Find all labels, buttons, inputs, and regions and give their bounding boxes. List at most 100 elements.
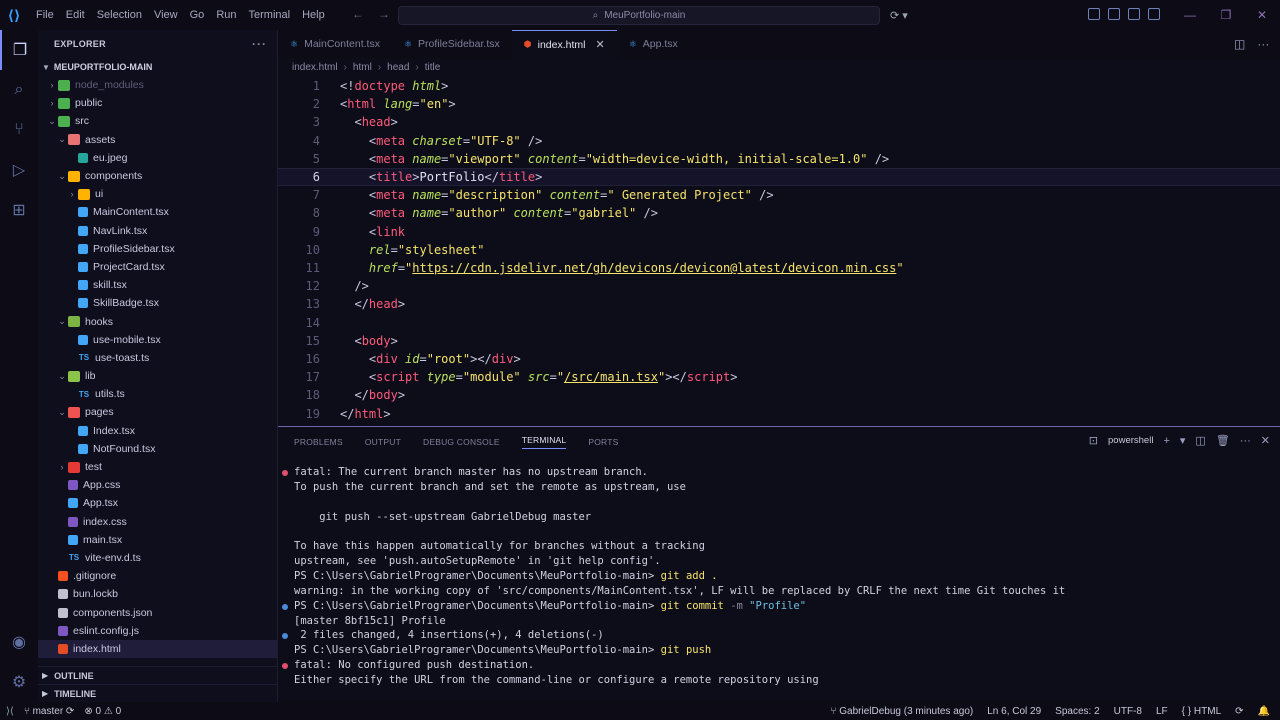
settings-gear-icon[interactable]: ⚙ bbox=[0, 662, 38, 702]
menu-item-go[interactable]: Go bbox=[184, 0, 211, 30]
editor-tab[interactable]: ⬢ index.html ✕ bbox=[511, 30, 617, 58]
menu-item-help[interactable]: Help bbox=[296, 0, 331, 30]
menu-item-file[interactable]: File bbox=[30, 0, 60, 30]
close-panel-icon[interactable]: ✕ bbox=[1261, 434, 1270, 447]
git-blame[interactable]: ⑂ GabrielDebug (3 minutes ago) bbox=[830, 706, 973, 717]
folder-item[interactable]: ⌄ assets bbox=[38, 131, 277, 149]
file-item[interactable]: ProjectCard.tsx bbox=[38, 258, 277, 276]
split-editor-icon[interactable]: ◫ bbox=[1234, 37, 1245, 51]
window-controls: — ❐ ✕ bbox=[1172, 0, 1280, 30]
folder-item[interactable]: ⌄ components bbox=[38, 167, 277, 185]
panel-tab-output[interactable]: OUTPUT bbox=[365, 437, 401, 447]
problems-indicator[interactable]: ⊗ 0 ⚠ 0 bbox=[84, 706, 121, 717]
branch-indicator[interactable]: ⑂ master ⟳ bbox=[24, 706, 75, 717]
file-item[interactable]: NotFound.tsx bbox=[38, 440, 277, 458]
file-item[interactable]: TS vite-env.d.ts bbox=[38, 549, 277, 567]
forward-arrow-icon[interactable]: → bbox=[378, 7, 390, 21]
line-ending[interactable]: LF bbox=[1156, 706, 1168, 717]
extensions-icon[interactable]: ⊞ bbox=[0, 190, 38, 230]
file-item[interactable]: ProfileSidebar.tsx bbox=[38, 240, 277, 258]
folder-item[interactable]: ⌄ pages bbox=[38, 403, 277, 421]
file-item[interactable]: TS utils.ts bbox=[38, 385, 277, 403]
file-item[interactable]: skill.tsx bbox=[38, 276, 277, 294]
toggle-sidebar-icon[interactable] bbox=[1108, 8, 1120, 20]
search-view-icon[interactable]: ⌕ bbox=[0, 70, 38, 110]
file-item[interactable]: components.json bbox=[38, 603, 277, 621]
command-center-search[interactable]: ⌕ MeuPortfolio-main bbox=[398, 6, 880, 25]
account-icon[interactable]: ◉ bbox=[0, 622, 38, 662]
editor-tab[interactable]: ⚛ App.tsx bbox=[617, 30, 690, 58]
minimize-icon[interactable]: — bbox=[1172, 0, 1208, 30]
maximize-icon[interactable]: ❐ bbox=[1208, 0, 1244, 30]
folder-item[interactable]: ⌄ src bbox=[38, 112, 277, 130]
editor-tab[interactable]: ⚛ ProfileSidebar.tsx bbox=[392, 30, 512, 58]
customize-layout-icon[interactable] bbox=[1088, 8, 1100, 20]
menu-item-selection[interactable]: Selection bbox=[91, 0, 148, 30]
file-item[interactable]: App.css bbox=[38, 476, 277, 494]
breadcrumb-item[interactable]: head bbox=[387, 62, 409, 73]
panel-tab-terminal[interactable]: TERMINAL bbox=[521, 435, 567, 449]
copilot-status-icon[interactable]: ⟳ bbox=[1235, 706, 1243, 717]
more-actions-icon[interactable]: ··· bbox=[1257, 37, 1269, 51]
folder-item[interactable]: ⌄ lib bbox=[38, 367, 277, 385]
indentation[interactable]: Spaces: 2 bbox=[1055, 706, 1099, 717]
shell-name[interactable]: powershell bbox=[1108, 435, 1153, 446]
new-terminal-icon[interactable]: + bbox=[1163, 435, 1169, 447]
menu-item-view[interactable]: View bbox=[148, 0, 184, 30]
project-root[interactable]: ▼ MEUPORTFOLIO-MAIN bbox=[38, 58, 277, 76]
file-item[interactable]: main.tsx bbox=[38, 531, 277, 549]
close-window-icon[interactable]: ✕ bbox=[1244, 0, 1280, 30]
more-actions-icon[interactable]: ··· bbox=[1240, 435, 1251, 447]
breadcrumb-item[interactable]: html bbox=[353, 62, 372, 73]
breadcrumb-item[interactable]: index.html bbox=[292, 62, 338, 73]
file-item[interactable]: App.tsx bbox=[38, 494, 277, 512]
file-item[interactable]: .gitignore bbox=[38, 567, 277, 585]
source-control-icon[interactable]: ⑂ bbox=[0, 110, 38, 150]
explorer-icon[interactable]: ❐ bbox=[0, 30, 38, 70]
file-item[interactable]: index.css bbox=[38, 513, 277, 531]
notifications-icon[interactable]: 🔔 bbox=[1258, 706, 1270, 717]
menu-item-edit[interactable]: Edit bbox=[60, 0, 91, 30]
file-item[interactable]: MainContent.tsx bbox=[38, 203, 277, 221]
editor-tab[interactable]: ⚛ MainContent.tsx bbox=[278, 30, 392, 58]
breadcrumb-item[interactable]: title bbox=[425, 62, 441, 73]
code-token: > bbox=[730, 370, 738, 385]
panel-tab-problems[interactable]: PROBLEMS bbox=[294, 437, 343, 447]
toggle-secondary-sidebar-icon[interactable] bbox=[1148, 8, 1160, 20]
remote-icon[interactable]: ⟩⟨ bbox=[6, 706, 14, 717]
folder-item[interactable]: › ui bbox=[38, 185, 277, 203]
menu-item-terminal[interactable]: Terminal bbox=[243, 0, 297, 30]
trash-icon[interactable]: 🗑 bbox=[1216, 434, 1230, 447]
folder-item[interactable]: › test bbox=[38, 458, 277, 476]
file-item[interactable]: eslint.config.js bbox=[38, 622, 277, 640]
copilot-icon[interactable]: ⟳ ▾ bbox=[890, 6, 928, 24]
menu-item-run[interactable]: Run bbox=[210, 0, 242, 30]
timeline-section[interactable]: ▶ TIMELINE bbox=[38, 684, 277, 702]
language-mode[interactable]: { } HTML bbox=[1182, 706, 1221, 717]
outline-section[interactable]: ▶ OUTLINE bbox=[38, 666, 277, 684]
file-item[interactable]: use-mobile.tsx bbox=[38, 331, 277, 349]
code-editor[interactable]: 1 <!doctype html> 2 <html lang="en"> 3 <head… bbox=[278, 76, 1280, 426]
encoding[interactable]: UTF-8 bbox=[1114, 706, 1142, 717]
panel-tab-ports[interactable]: PORTS bbox=[588, 437, 618, 447]
file-item[interactable]: SkillBadge.tsx bbox=[38, 294, 277, 312]
panel-tab-debug-console[interactable]: DEBUG CONSOLE bbox=[423, 437, 500, 447]
run-debug-icon[interactable]: ▷ bbox=[0, 150, 38, 190]
file-item[interactable]: NavLink.tsx bbox=[38, 222, 277, 240]
file-item[interactable]: index.html bbox=[38, 639, 277, 658]
back-arrow-icon[interactable]: ← bbox=[352, 7, 364, 21]
folder-item[interactable]: ⌄ hooks bbox=[38, 312, 277, 330]
more-actions-icon[interactable]: ··· bbox=[252, 37, 267, 51]
folder-item[interactable]: › node_modules bbox=[38, 76, 277, 94]
file-item[interactable]: Index.tsx bbox=[38, 422, 277, 440]
cursor-position[interactable]: Ln 6, Col 29 bbox=[987, 706, 1041, 717]
file-item[interactable]: bun.lockb bbox=[38, 585, 277, 603]
split-terminal-icon[interactable]: ◫ bbox=[1195, 434, 1205, 447]
folder-item[interactable]: › public bbox=[38, 94, 277, 112]
file-item[interactable]: TS use-toast.ts bbox=[38, 349, 277, 367]
terminal-output[interactable]: fatal: The current branch master has no … bbox=[278, 457, 1280, 716]
file-item[interactable]: eu.jpeg bbox=[38, 149, 277, 167]
close-tab-icon[interactable]: ✕ bbox=[595, 38, 604, 51]
chevron-down-icon[interactable]: ▾ bbox=[1180, 434, 1186, 447]
toggle-panel-icon[interactable] bbox=[1128, 8, 1140, 20]
